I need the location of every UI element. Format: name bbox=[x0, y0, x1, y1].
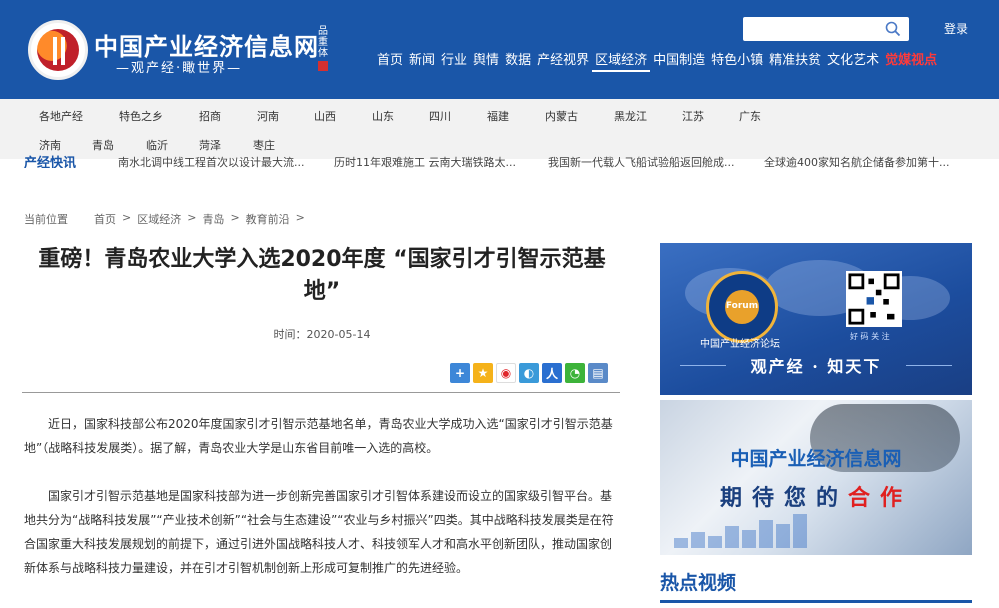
news-ticker: 产经快讯 南水北调中线工程首次以设计最大流... 历时11年艰难施工 云南大瑞铁… bbox=[0, 154, 999, 168]
subnav-item[interactable]: 江苏 bbox=[682, 108, 704, 124]
nav-item[interactable]: 新闻 bbox=[406, 52, 438, 70]
nav-item[interactable]: 行业 bbox=[438, 52, 470, 70]
nav-item[interactable]: 首页 bbox=[374, 52, 406, 70]
share-bar: + ★ ◉ ◐ 人 ◔ ▤ bbox=[450, 363, 608, 383]
forum-name: 中国产业经济论坛 bbox=[700, 339, 780, 350]
site-header: 中国产业经济信息网 —观产经·瞰世界— 品重体 登录 首页 新闻 行业 舆情 数据 产经视… bbox=[0, 0, 999, 99]
nav-item[interactable]: 特色小镇 bbox=[708, 52, 766, 70]
subnav-item[interactable]: 黑龙江 bbox=[614, 108, 647, 124]
ticker-item[interactable]: 全球逾400家知名航企储备参加第十... bbox=[764, 154, 949, 168]
logo-emblem-icon[interactable] bbox=[28, 20, 88, 80]
search-icon[interactable] bbox=[885, 21, 901, 37]
hot-video-underline bbox=[660, 600, 972, 603]
breadcrumb-home[interactable]: 首页 bbox=[94, 211, 116, 227]
forum-slogan: 观产经 · 知天下 bbox=[750, 357, 882, 376]
nav-item[interactable]: 产经视界 bbox=[534, 52, 592, 70]
wechat-icon[interactable]: ◔ bbox=[565, 363, 585, 383]
breadcrumb: 当前位置 首页 > 区域经济 > 青岛 > 教育前沿 > bbox=[24, 211, 305, 227]
subnav-item[interactable]: 福建 bbox=[487, 108, 509, 124]
ticker-label: 产经快讯 bbox=[24, 156, 77, 168]
weibo-icon[interactable]: ◉ bbox=[496, 363, 516, 383]
breadcrumb-separator: > bbox=[187, 211, 197, 224]
bar-graphic bbox=[674, 512, 914, 548]
hot-video-heading[interactable]: 热点视频 bbox=[660, 568, 736, 595]
login-link[interactable]: 登录 bbox=[944, 20, 968, 37]
region-subnav: 各地产经 特色之乡 招商 河南 山西 山东 四川 福建 内蒙古 黑龙江 江苏 广东 济南 青岛 临沂 菏泽 枣… bbox=[0, 99, 999, 159]
subnav-item[interactable]: 临沂 bbox=[146, 137, 168, 153]
search-input[interactable] bbox=[743, 17, 873, 41]
qzone-icon[interactable]: ★ bbox=[473, 363, 493, 383]
print-icon[interactable]: ▤ bbox=[588, 363, 608, 383]
subnav-item[interactable]: 菏泽 bbox=[199, 137, 221, 153]
main-nav: 首页 新闻 行业 舆情 数据 产经视界 区域经济 中国制造 特色小镇 精准扶贫 文化艺术 觉媒视点 bbox=[374, 52, 940, 72]
ticker-item[interactable]: 南水北调中线工程首次以设计最大流... bbox=[118, 154, 305, 168]
tencent-weibo-icon[interactable]: ◐ bbox=[519, 363, 539, 383]
subnav-item[interactable]: 青岛 bbox=[92, 137, 114, 153]
ticker-item[interactable]: 我国新一代载人飞船试验船返回舱成... bbox=[548, 154, 735, 168]
subnav-item[interactable]: 招商 bbox=[199, 108, 221, 124]
seal-icon bbox=[318, 61, 328, 71]
breadcrumb-separator: > bbox=[230, 211, 240, 224]
article-divider bbox=[22, 392, 620, 393]
breadcrumb-qingdao[interactable]: 青岛 bbox=[202, 211, 224, 227]
breadcrumb-separator: > bbox=[122, 211, 132, 224]
breadcrumb-label: 当前位置 bbox=[24, 213, 68, 226]
qr-code-icon bbox=[846, 271, 902, 327]
ad-site-name: 中国产业经济信息网 bbox=[730, 448, 902, 470]
logo-subtitle: —观产经·瞰世界— bbox=[116, 61, 243, 76]
renren-icon[interactable]: 人 bbox=[542, 363, 562, 383]
cooperation-ad-banner[interactable]: 中国产业经济信息网 期待您的合作 bbox=[660, 400, 972, 555]
subnav-item[interactable]: 山西 bbox=[314, 108, 336, 124]
nav-item[interactable]: 中国制造 bbox=[650, 52, 708, 70]
nav-item[interactable]: 觉媒视点 bbox=[882, 52, 940, 70]
breadcrumb-region[interactable]: 区域经济 bbox=[137, 211, 181, 227]
subnav-item[interactable]: 广东 bbox=[739, 108, 761, 124]
breadcrumb-separator: > bbox=[295, 211, 305, 224]
qr-caption: 好 码 关 注 bbox=[850, 332, 890, 341]
article-paragraph: 国家引才引智示范基地是国家科技部为进一步创新完善国家引才引智体系建设而设立的国家… bbox=[24, 489, 614, 575]
nav-item[interactable]: 文化艺术 bbox=[824, 52, 882, 70]
subnav-item[interactable]: 四川 bbox=[429, 108, 451, 124]
forum-ad-banner[interactable]: Forum 中国产业经济论坛 好 码 关 注 观产经 · 知天下 bbox=[660, 243, 972, 395]
breadcrumb-education[interactable]: 教育前沿 bbox=[246, 211, 290, 227]
ticker-item[interactable]: 历时11年艰难施工 云南大瑞铁路太... bbox=[334, 154, 516, 168]
article-title: 重磅！青岛农业大学入选2020年度 “国家引才引智示范基地” bbox=[38, 247, 606, 304]
subnav-item[interactable]: 内蒙古 bbox=[545, 108, 578, 124]
ad-cooperation-text: 期待您的合作 bbox=[660, 480, 972, 512]
subnav-item[interactable]: 枣庄 bbox=[253, 137, 275, 153]
search-box bbox=[743, 17, 909, 41]
forum-logo-icon: Forum bbox=[706, 271, 778, 343]
subnav-item[interactable]: 济南 bbox=[39, 137, 61, 153]
nav-item[interactable]: 区域经济 bbox=[592, 52, 651, 72]
subnav-item[interactable]: 特色之乡 bbox=[119, 108, 163, 124]
ad-cooperation-text-b: 合作 bbox=[848, 486, 913, 511]
subnav-item[interactable]: 河南 bbox=[257, 108, 279, 124]
plus-share-icon[interactable]: + bbox=[450, 363, 470, 383]
forum-badge-text: Forum bbox=[725, 301, 759, 311]
article-time: 时间：2020-05-14 bbox=[273, 328, 371, 341]
nav-item[interactable]: 数据 bbox=[502, 52, 534, 70]
article-paragraph: 近日，国家科技部公布2020年度国家引才引智示范基地名单，青岛农业大学成功入选“… bbox=[24, 417, 613, 455]
nav-item[interactable]: 精准扶贫 bbox=[766, 52, 824, 70]
subnav-item[interactable]: 各地产经 bbox=[39, 108, 83, 124]
subnav-item[interactable]: 山东 bbox=[372, 108, 394, 124]
logo-tag: 品重体 bbox=[318, 26, 332, 71]
ad-cooperation-text-a: 期待您的 bbox=[719, 486, 848, 511]
nav-item[interactable]: 舆情 bbox=[470, 52, 502, 70]
